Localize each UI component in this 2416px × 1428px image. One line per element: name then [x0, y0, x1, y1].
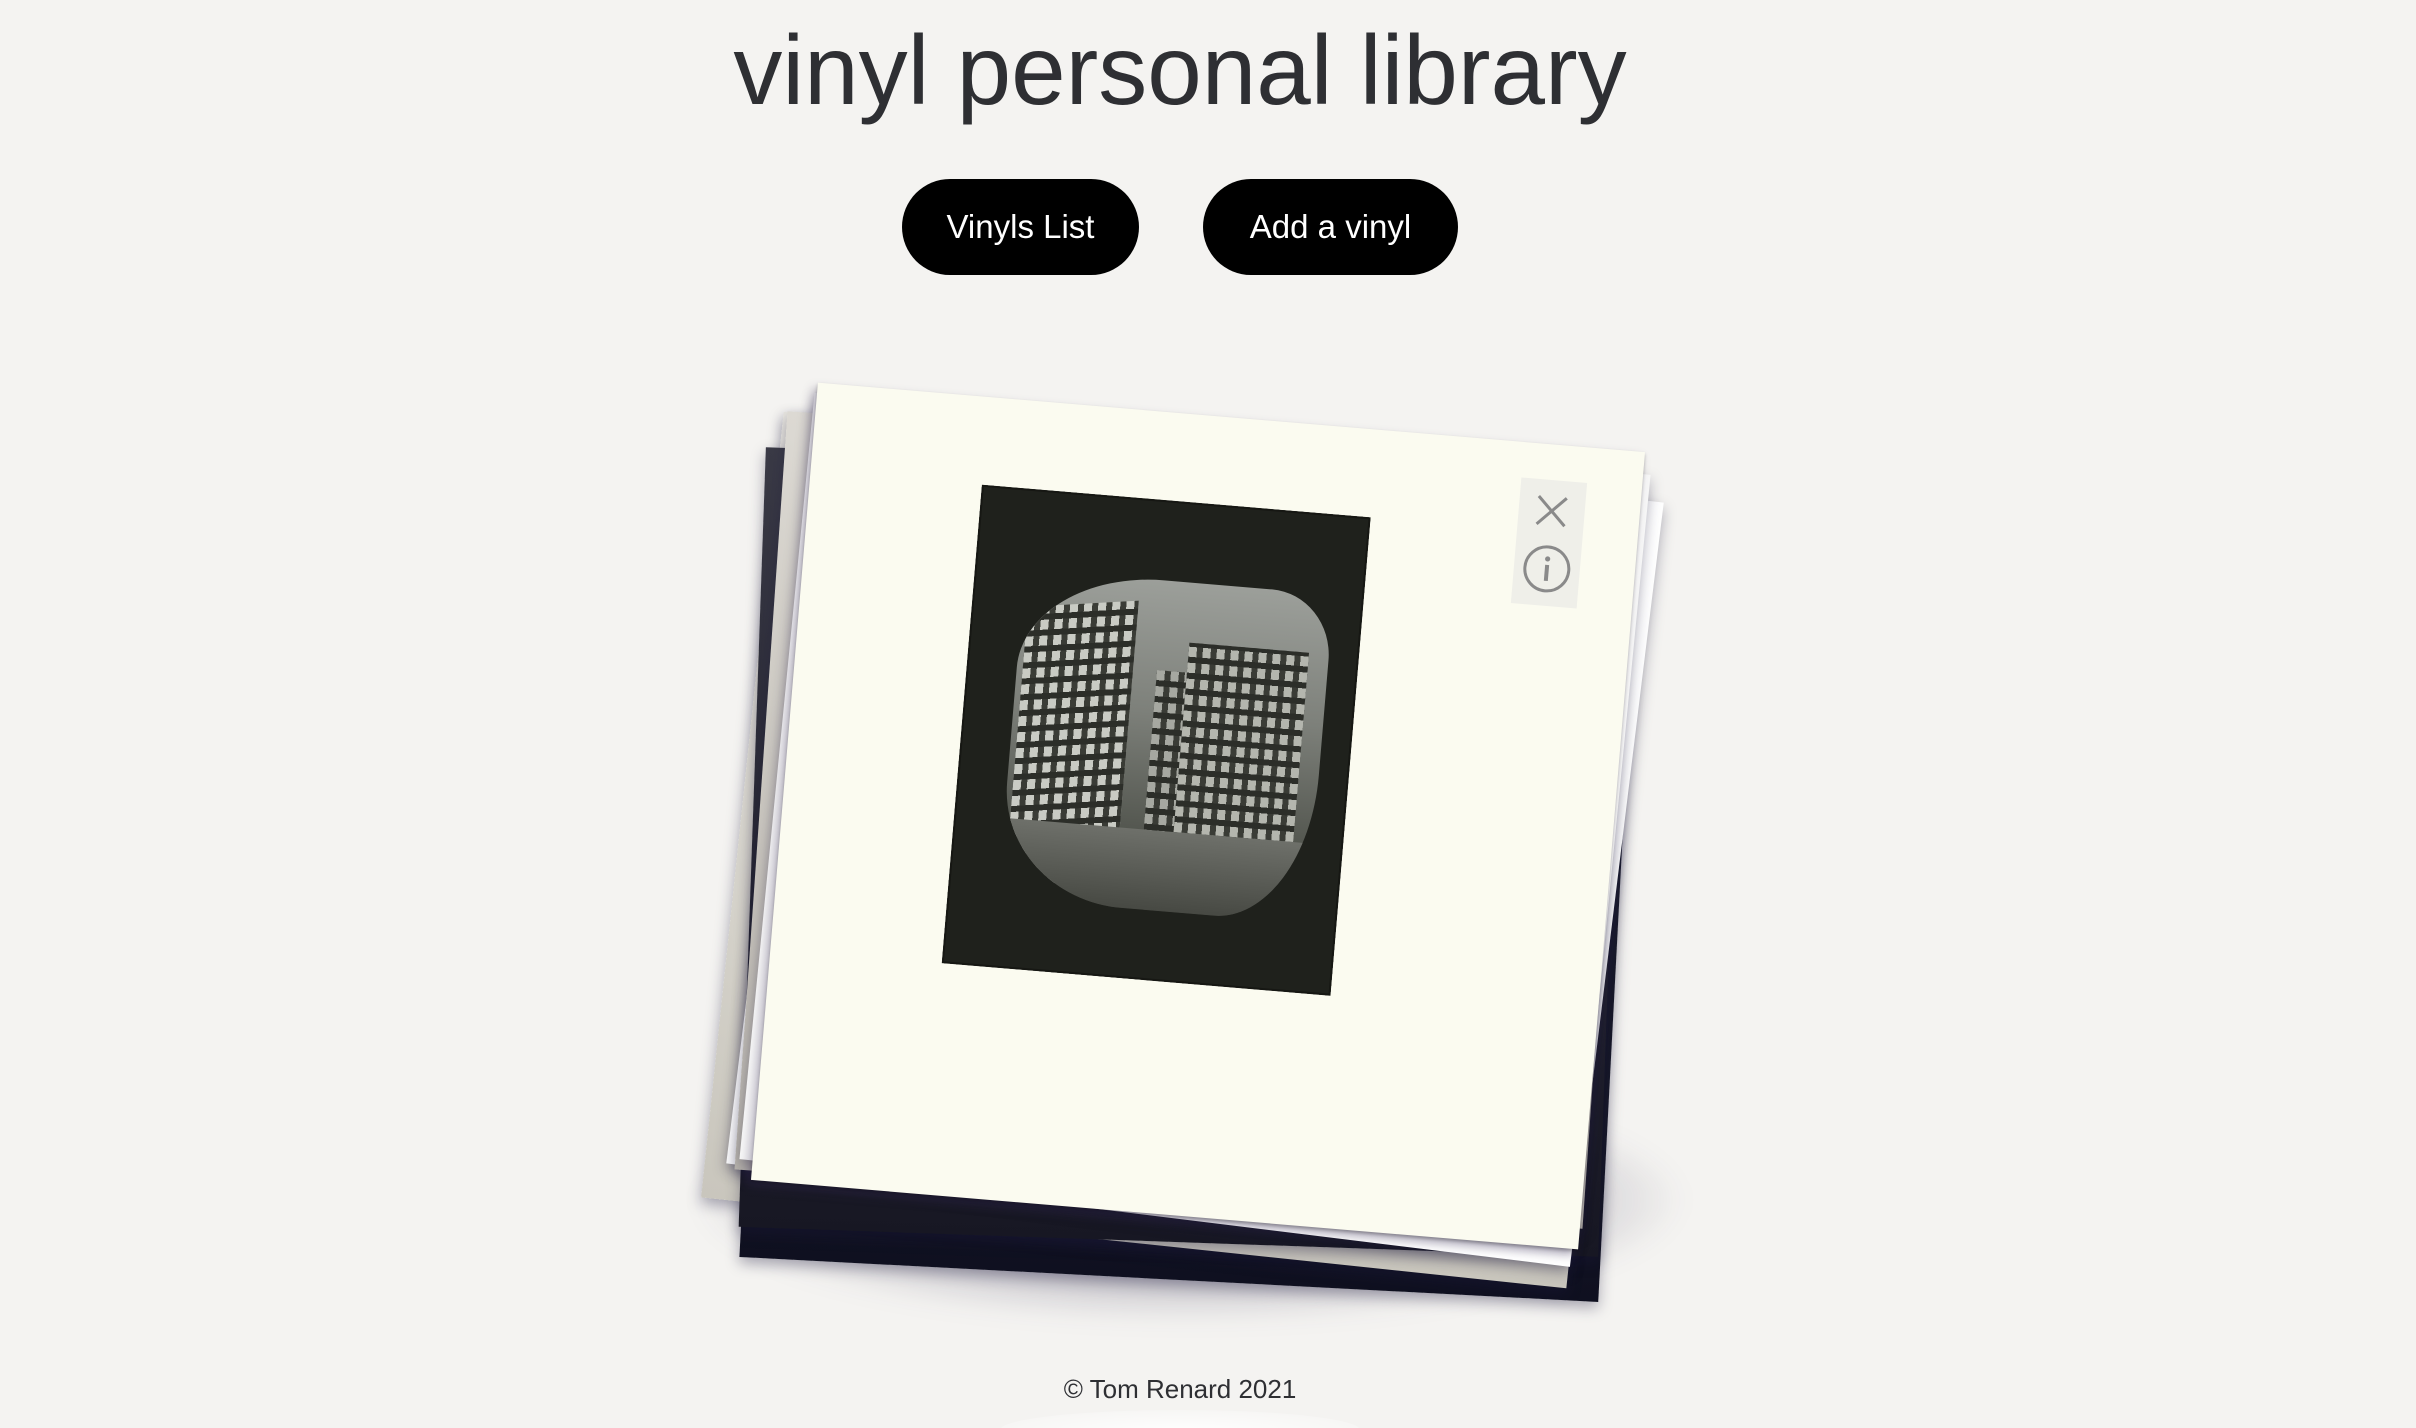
artwork-tower — [1173, 642, 1310, 843]
page-title: vinyl personal library — [733, 15, 1627, 125]
stack-shadow — [700, 1080, 1680, 1320]
vinyl-sleeve — [739, 448, 1641, 1302]
page: vinyl personal library Vinyls List Add a… — [0, 0, 2416, 1428]
footer-glow — [1000, 1410, 1360, 1428]
close-icon[interactable] — [1525, 484, 1579, 538]
vinyl-sleeve — [734, 411, 1636, 1229]
artwork-tower — [1004, 600, 1139, 886]
artwork-ground — [997, 817, 1314, 924]
artwork-window — [997, 568, 1335, 924]
vinyl-cover[interactable] — [750, 382, 1646, 1250]
vinyl-sleeve — [738, 447, 1626, 1257]
album-artwork — [941, 484, 1371, 996]
add-vinyl-button[interactable]: Add a vinyl — [1203, 179, 1458, 275]
vinyl-sleeve — [701, 411, 1649, 1289]
card-controls — [1510, 477, 1588, 609]
vinyls-list-button[interactable]: Vinyls List — [902, 179, 1139, 275]
vinyl-sleeve — [739, 392, 1651, 1242]
info-icon[interactable] — [1520, 542, 1574, 596]
artwork-tower — [1142, 670, 1187, 842]
footer-copyright: © Tom Renard 2021 — [1063, 1374, 1297, 1404]
